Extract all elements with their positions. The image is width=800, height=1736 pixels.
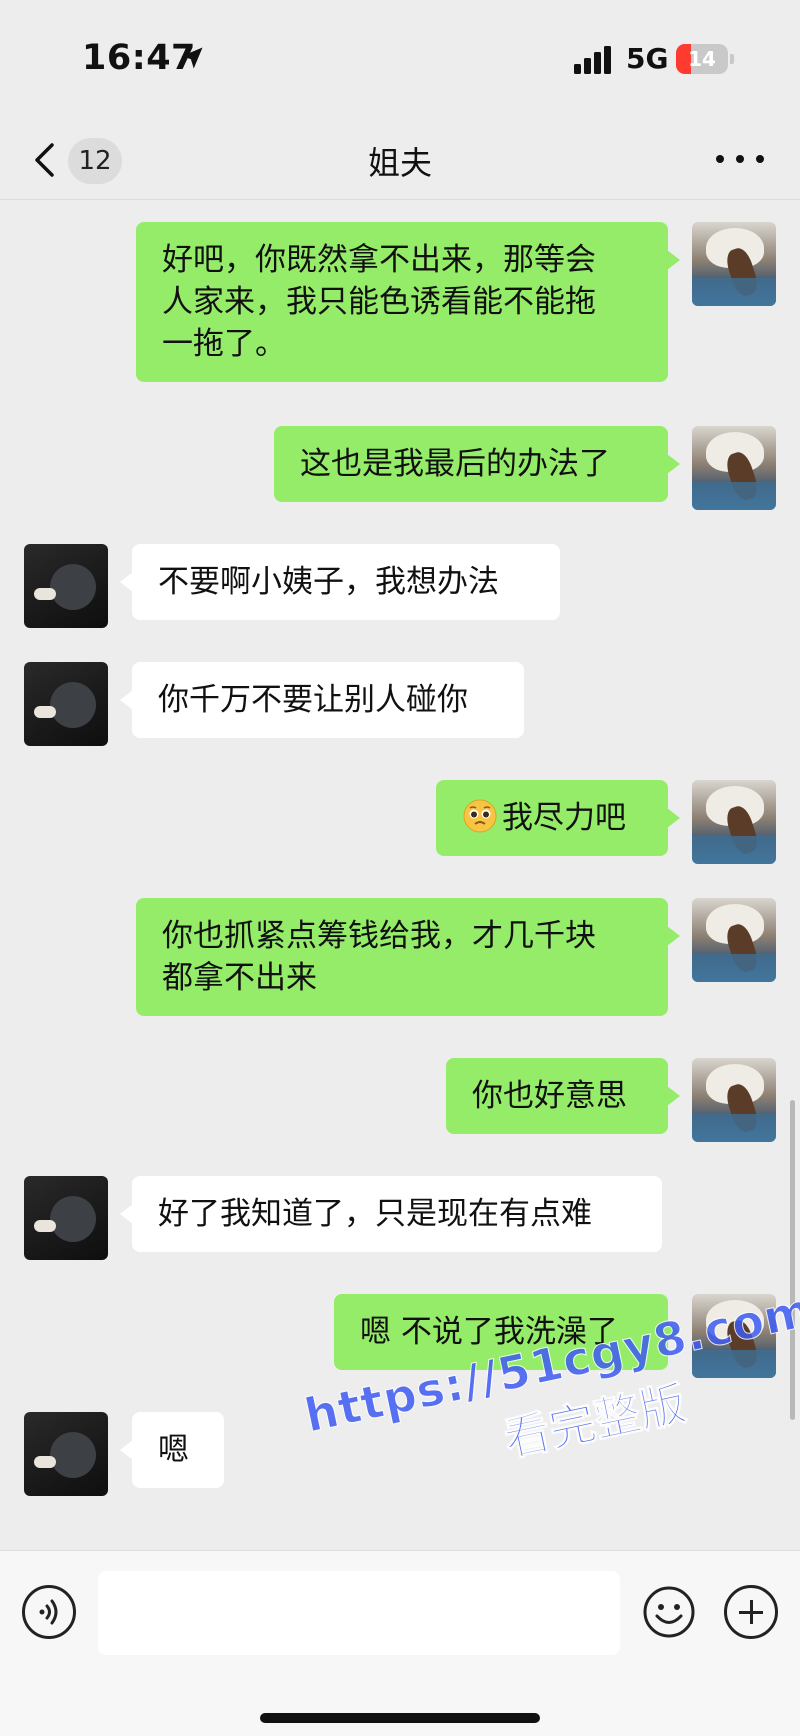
my-message-bubble[interactable]: 我尽力吧 [436,780,680,856]
status-bar: 16:47 5G 14 [0,0,800,118]
contact-avatar[interactable] [24,1412,108,1496]
my-avatar[interactable] [692,222,776,306]
my-avatar[interactable] [692,1058,776,1142]
voice-input-button[interactable] [22,1585,76,1639]
my-avatar[interactable] [692,1294,776,1378]
unread-count-badge: 12 [68,138,122,184]
battery-percent: 14 [688,47,716,71]
my-avatar[interactable] [692,426,776,510]
contact-avatar[interactable] [24,1176,108,1260]
cellular-signal-icon [574,46,611,74]
more-functions-button[interactable] [724,1585,778,1639]
message-list[interactable]: 好吧，你既然拿不出来，那等会 人家来，我只能色诱看能不能拖 一拖了。 这也是我最… [0,200,800,1550]
more-options-button[interactable] [712,142,768,176]
my-message-bubble[interactable]: 你也好意思 [446,1058,680,1134]
message-input[interactable] [98,1571,620,1655]
location-arrow-icon [181,47,203,69]
contact-message-bubble[interactable]: 不要啊小姨子，我想办法 [120,544,560,620]
network-type: 5G [626,42,669,75]
emoji-button[interactable] [642,1585,696,1639]
battery-icon: 14 [676,44,734,74]
contact-avatar[interactable] [24,544,108,628]
chat-screen: 16:47 5G 14 12 姐夫 好吧，你既然拿不出来，那等会 人家来，我只能… [0,0,800,1736]
pleading-face-icon [463,799,497,833]
scrollbar[interactable] [790,1100,795,1420]
contact-avatar[interactable] [24,662,108,746]
contact-message-bubble[interactable]: 你千万不要让别人碰你 [120,662,524,738]
input-bar [0,1550,800,1736]
chat-header: 12 姐夫 [0,118,800,200]
smile-icon [643,1586,695,1638]
contact-message-bubble[interactable]: 嗯 [120,1412,224,1488]
voice-icon [39,1599,58,1625]
my-message-bubble[interactable]: 你也抓紧点筹钱给我，才几千块 都拿不出来 [136,898,680,1016]
my-avatar[interactable] [692,898,776,982]
my-message-bubble[interactable]: 好吧，你既然拿不出来，那等会 人家来，我只能色诱看能不能拖 一拖了。 [136,222,680,382]
back-button[interactable]: 12 [28,130,128,186]
chevron-left-icon [35,143,54,177]
my-message-bubble[interactable]: 这也是我最后的办法了 [274,426,680,502]
contact-message-bubble[interactable]: 好了我知道了，只是现在有点难 [120,1176,662,1252]
home-indicator[interactable] [260,1713,540,1723]
my-message-bubble[interactable]: 嗯 不说了我洗澡了 [334,1294,680,1370]
more-dots-icon [716,155,724,163]
my-avatar[interactable] [692,780,776,864]
